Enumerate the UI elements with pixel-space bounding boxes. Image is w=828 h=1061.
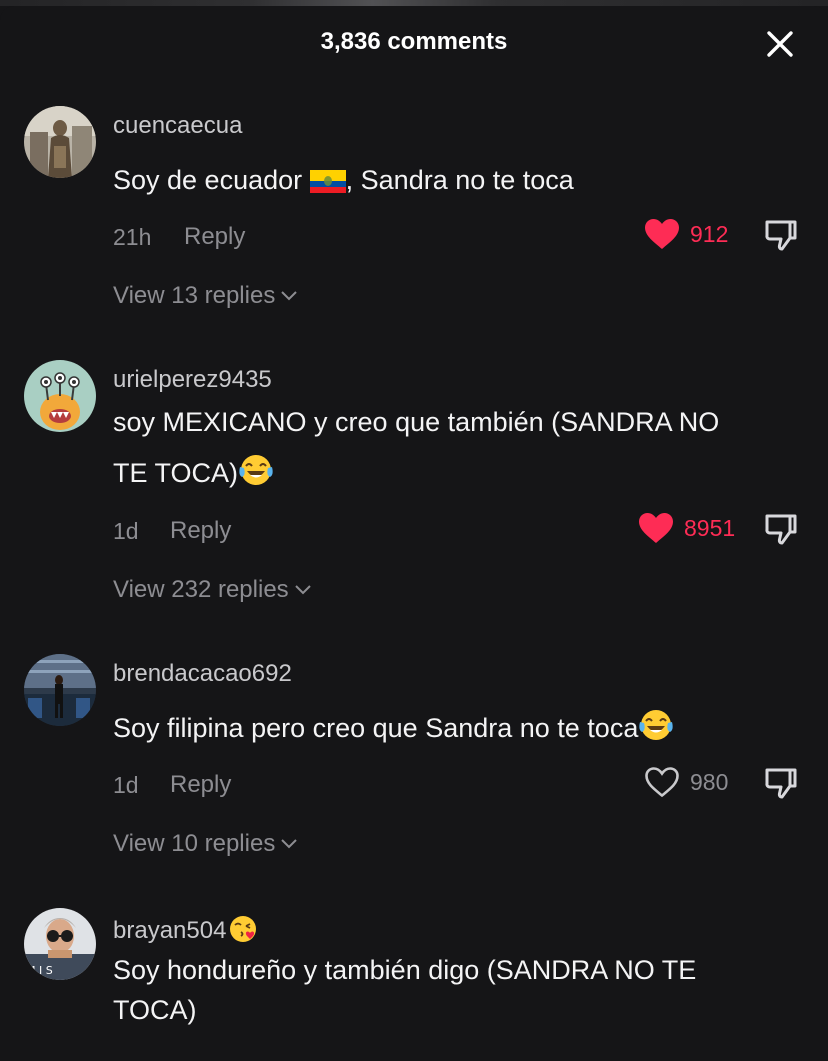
close-button[interactable] [762,26,798,62]
comment-text-part: TE TOCA) [113,458,239,488]
avatar[interactable]: M I S [24,908,96,980]
laughing-tears-emoji-icon [238,453,274,504]
thumbs-down-icon [765,220,797,251]
view-replies-button[interactable]: View 10 replies [113,830,298,858]
kissing-heart-emoji-icon [228,914,258,951]
avatar[interactable] [24,360,96,432]
comment-time: 1d [113,772,139,798]
comment-text: Soy filipina pero creo que Sandra no te … [113,703,803,759]
comment-text-part: Soy de ecuador [113,165,303,195]
dislike-button[interactable] [764,766,798,800]
heart-outline-icon [645,767,679,798]
view-replies-label: View 232 replies [113,576,289,603]
like-button[interactable]: 980 [644,766,728,798]
view-replies-button[interactable]: View 232 replies [113,576,311,604]
comment-text: soy MEXICANO y creo que también (SANDRA … [113,397,803,504]
comment-username[interactable]: cuencaecua [113,112,242,140]
heart-filled-icon [639,513,673,543]
comment-text: Soy hondureño y también digo (SANDRA NO … [113,950,803,1030]
like-count: 912 [690,220,729,247]
comment-username[interactable]: brendacacao692 [113,660,292,688]
avatar[interactable] [24,106,96,178]
comment-time: 21h [113,224,152,250]
heart-filled-icon [645,219,679,249]
chevron-down-icon [294,585,311,595]
chevron-down-icon [281,839,298,849]
dislike-button[interactable] [764,512,798,546]
view-replies-label: View 13 replies [113,282,276,309]
comment-text-part: Soy filipina pero creo que Sandra no te … [113,713,639,743]
thumbs-down-icon [765,768,797,799]
comment-text-line: TOCA) [113,995,197,1025]
ecuador-flag-icon [309,160,346,211]
avatar[interactable] [24,654,96,726]
like-count: 980 [690,768,729,795]
comment-username-text: brayan504 [113,917,227,944]
comment-time: 1d [113,518,139,544]
view-replies-button[interactable]: View 13 replies [113,282,298,310]
comments-count-title: 3,836 comments [320,28,508,55]
comment-username[interactable]: urielperez9435 [113,366,272,394]
like-button[interactable]: 912 [644,218,728,250]
comment-text-line: Soy hondureño y también digo (SANDRA NO … [113,955,697,985]
like-button[interactable]: 8951 [638,512,735,544]
chevron-down-icon [281,291,298,301]
comment-text-part: , Sandra no te toca [345,165,574,195]
view-replies-label: View 10 replies [113,830,276,857]
close-icon [767,31,793,57]
comment-text-line: TE TOCA) [113,448,803,504]
reply-button[interactable]: Reply [170,517,231,545]
comment-text: Soy de ecuador , Sandra no te toca [113,155,803,211]
dislike-button[interactable] [764,218,798,252]
comment-username[interactable]: brayan504 [113,914,258,951]
reply-button[interactable]: Reply [184,223,245,251]
like-count: 8951 [684,514,736,541]
thumbs-down-icon [765,514,797,545]
reply-button[interactable]: Reply [170,771,231,799]
laughing-tears-emoji-icon [638,708,674,759]
comment-text-line: soy MEXICANO y creo que también (SANDRA … [113,407,720,437]
